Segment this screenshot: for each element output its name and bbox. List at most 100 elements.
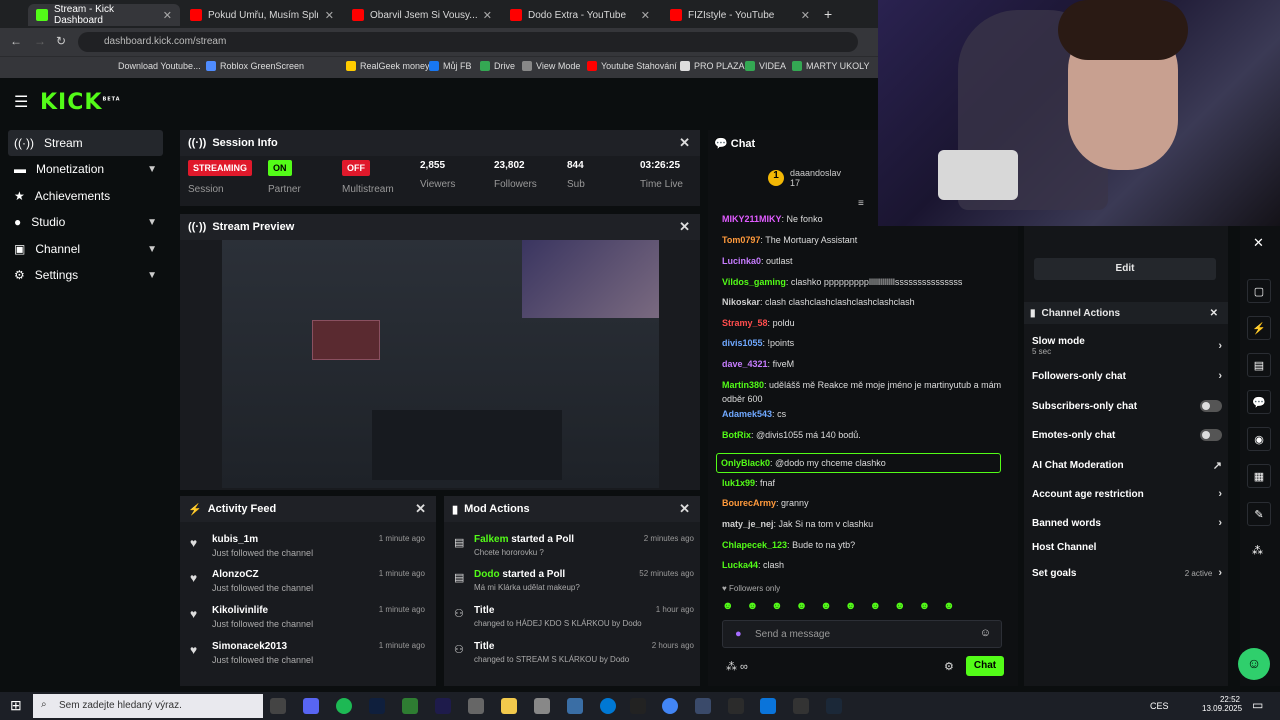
windows-start-icon[interactable]: ⊞ bbox=[10, 697, 22, 714]
channel-action-account-age-restriction[interactable]: Account age restriction › bbox=[1032, 488, 1222, 500]
close-icon[interactable]: ✕ bbox=[679, 219, 690, 235]
bookmark-9[interactable]: MARTY UKOLY bbox=[792, 61, 870, 71]
sidebar-item-settings[interactable]: ⚙ Settings ▼ bbox=[8, 262, 163, 288]
chat-username[interactable]: Adamek543 bbox=[722, 409, 772, 419]
chat-username[interactable]: BourecArmy bbox=[722, 498, 776, 508]
back-icon[interactable]: ← bbox=[10, 34, 22, 48]
discord-icon[interactable] bbox=[303, 698, 319, 714]
bookmark-4[interactable]: Drive bbox=[480, 61, 515, 71]
help-icon[interactable]: ☺ bbox=[1238, 648, 1270, 680]
layout-toggle-icon[interactable]: ▦ bbox=[1247, 464, 1271, 488]
channel-action-set-goals[interactable]: Set goals 2 active › bbox=[1032, 567, 1222, 579]
kick-logo[interactable]: KICKBETA bbox=[40, 90, 121, 115]
explorer-icon[interactable] bbox=[501, 698, 517, 714]
bookmark-8[interactable]: VIDEA bbox=[745, 61, 786, 71]
chat-input[interactable]: ● Send a message ☺ bbox=[722, 620, 1002, 648]
channel-action-emotes-only-chat[interactable]: Emotes-only chat bbox=[1032, 429, 1222, 441]
reload-icon[interactable]: ↻ bbox=[56, 34, 66, 48]
app-icon[interactable] bbox=[402, 698, 418, 714]
app-icon[interactable] bbox=[760, 698, 776, 714]
edge-icon[interactable] bbox=[600, 698, 616, 714]
tab-youtube-4[interactable]: FIZIstyle - YouTube ✕ bbox=[662, 4, 818, 26]
chat-username[interactable]: OnlyBlack0 bbox=[721, 458, 770, 468]
chat-username[interactable]: luk1x99 bbox=[722, 478, 755, 488]
sidebar-item-monetization[interactable]: ▬ Monetization ▼ bbox=[8, 156, 163, 182]
chat-username[interactable]: maty_je_nej bbox=[722, 519, 774, 529]
notifications-icon[interactable]: ▭ bbox=[1252, 698, 1263, 712]
chat-username[interactable]: MIKY211MIKY bbox=[722, 214, 782, 224]
taskbar-search-input[interactable]: ⌕ Sem zadejte hledaný výraz. bbox=[33, 694, 263, 718]
premiere-icon[interactable] bbox=[435, 698, 451, 714]
toggle-switch[interactable] bbox=[1200, 400, 1222, 412]
sidebar-item-stream[interactable]: ((·)) Stream bbox=[8, 130, 163, 156]
tab-kick-dashboard[interactable]: Stream - Kick Dashboard ✕ bbox=[28, 4, 180, 26]
channel-action-host-channel[interactable]: Host Channel bbox=[1032, 542, 1222, 553]
close-icon[interactable]: ✕ bbox=[679, 501, 690, 517]
app-icon[interactable] bbox=[728, 698, 744, 714]
spotify-icon[interactable] bbox=[336, 698, 352, 714]
bookmark-5[interactable]: View Mode bbox=[522, 61, 580, 71]
notes-toggle-icon[interactable]: ▤ bbox=[1247, 353, 1271, 377]
bookmark-1[interactable]: Roblox GreenScreen bbox=[206, 61, 304, 71]
new-tab-icon[interactable]: + bbox=[824, 6, 832, 22]
sidebar-item-channel[interactable]: ▣ Channel ▼ bbox=[8, 236, 163, 262]
close-tab-icon[interactable]: ✕ bbox=[325, 9, 334, 22]
chat-username[interactable]: divis1055 bbox=[722, 338, 763, 348]
chat-settings-icon[interactable]: ⚙ bbox=[944, 660, 954, 673]
sidebar-item-studio[interactable]: ● Studio ▼ bbox=[8, 209, 163, 235]
chat-username[interactable]: Lucinka0 bbox=[722, 256, 761, 266]
toggle-switch[interactable] bbox=[1200, 429, 1222, 441]
bookmark-2[interactable]: RealGeek money bbox=[346, 61, 430, 71]
edit-button[interactable]: Edit bbox=[1034, 258, 1216, 280]
chat-username[interactable]: BotRix bbox=[722, 430, 751, 440]
chat-username[interactable]: Stramy_58 bbox=[722, 318, 768, 328]
bookmark-6[interactable]: Youtube Stahování bbox=[587, 61, 677, 71]
bookmark-3[interactable]: Můj FB bbox=[429, 61, 472, 71]
tab-youtube-2[interactable]: Obarvil Jsem Si Vousy... - YouTu✕ bbox=[344, 4, 500, 26]
close-icon[interactable]: ✕ bbox=[415, 501, 426, 517]
bookmark-0[interactable]: Download Youtube... bbox=[118, 61, 201, 71]
emote-bar[interactable]: ☻☻☻☻☻☻☻☻☻☻ bbox=[722, 600, 1007, 614]
chrome-icon[interactable] bbox=[662, 698, 678, 714]
activity-toggle-icon[interactable]: ⚡ bbox=[1247, 316, 1271, 340]
tab-youtube-1[interactable]: Pokud Umřu, Musím Splnit Šíle✕ bbox=[182, 4, 342, 26]
app-icon[interactable] bbox=[567, 698, 583, 714]
sidebar-item-achievements[interactable]: ★ Achievements bbox=[8, 183, 163, 209]
chat-menu-icon[interactable]: ≡ bbox=[858, 198, 864, 209]
broadcast-toggle-icon[interactable]: ◉ bbox=[1247, 427, 1271, 451]
close-icon[interactable]: ✕ bbox=[1210, 308, 1218, 319]
emoji-icon[interactable]: ☺ bbox=[980, 627, 991, 639]
stream-preview-video[interactable] bbox=[222, 240, 659, 488]
clock[interactable]: 22:52 13.09.2025 bbox=[1202, 695, 1242, 713]
chat-username[interactable]: Martin380 bbox=[722, 380, 764, 390]
chat-username[interactable]: dave_4321 bbox=[722, 359, 768, 369]
forward-icon[interactable]: → bbox=[34, 34, 46, 48]
menu-icon[interactable]: ☰ bbox=[14, 92, 28, 112]
tools-toggle-icon[interactable]: ✎ bbox=[1247, 502, 1271, 526]
chat-username[interactable]: Vildos_gaming bbox=[722, 277, 786, 287]
app-icon[interactable] bbox=[793, 698, 809, 714]
tab-youtube-3[interactable]: Dodo Extra - YouTube ✕ bbox=[502, 4, 658, 26]
url-input[interactable]: dashboard.kick.com/stream bbox=[78, 32, 858, 52]
chat-toggle-icon[interactable]: 💬 bbox=[1247, 390, 1271, 414]
channel-action-banned-words[interactable]: Banned words › bbox=[1032, 517, 1222, 529]
channel-action-ai-chat-moderation[interactable]: AI Chat Moderation ↗ bbox=[1032, 459, 1222, 472]
epic-games-icon[interactable] bbox=[630, 698, 646, 714]
channel-action-subscribers-only-chat[interactable]: Subscribers-only chat bbox=[1032, 400, 1222, 412]
steam-icon[interactable] bbox=[826, 698, 842, 714]
chat-username[interactable]: Lucka44 bbox=[722, 560, 758, 570]
close-tab-icon[interactable]: ✕ bbox=[801, 9, 810, 22]
close-icon[interactable]: ✕ bbox=[1253, 235, 1264, 251]
close-tab-icon[interactable]: ✕ bbox=[641, 9, 650, 22]
app-icon[interactable] bbox=[534, 698, 550, 714]
task-view-icon[interactable] bbox=[270, 698, 286, 714]
preview-toggle-icon[interactable]: ▢ bbox=[1247, 279, 1271, 303]
bookmark-7[interactable]: PRO PLAZA bbox=[680, 61, 745, 71]
channel-action-slow-mode[interactable]: Slow mode 5 sec › bbox=[1032, 336, 1222, 356]
chat-username[interactable]: Tom0797 bbox=[722, 235, 760, 245]
channel-action-followers-only-chat[interactable]: Followers-only chat › bbox=[1032, 370, 1222, 382]
close-tab-icon[interactable]: ✕ bbox=[483, 9, 492, 22]
users-icon[interactable]: ⁂ bbox=[1252, 544, 1263, 557]
store-icon[interactable] bbox=[468, 698, 484, 714]
send-chat-button[interactable]: Chat bbox=[966, 656, 1004, 676]
